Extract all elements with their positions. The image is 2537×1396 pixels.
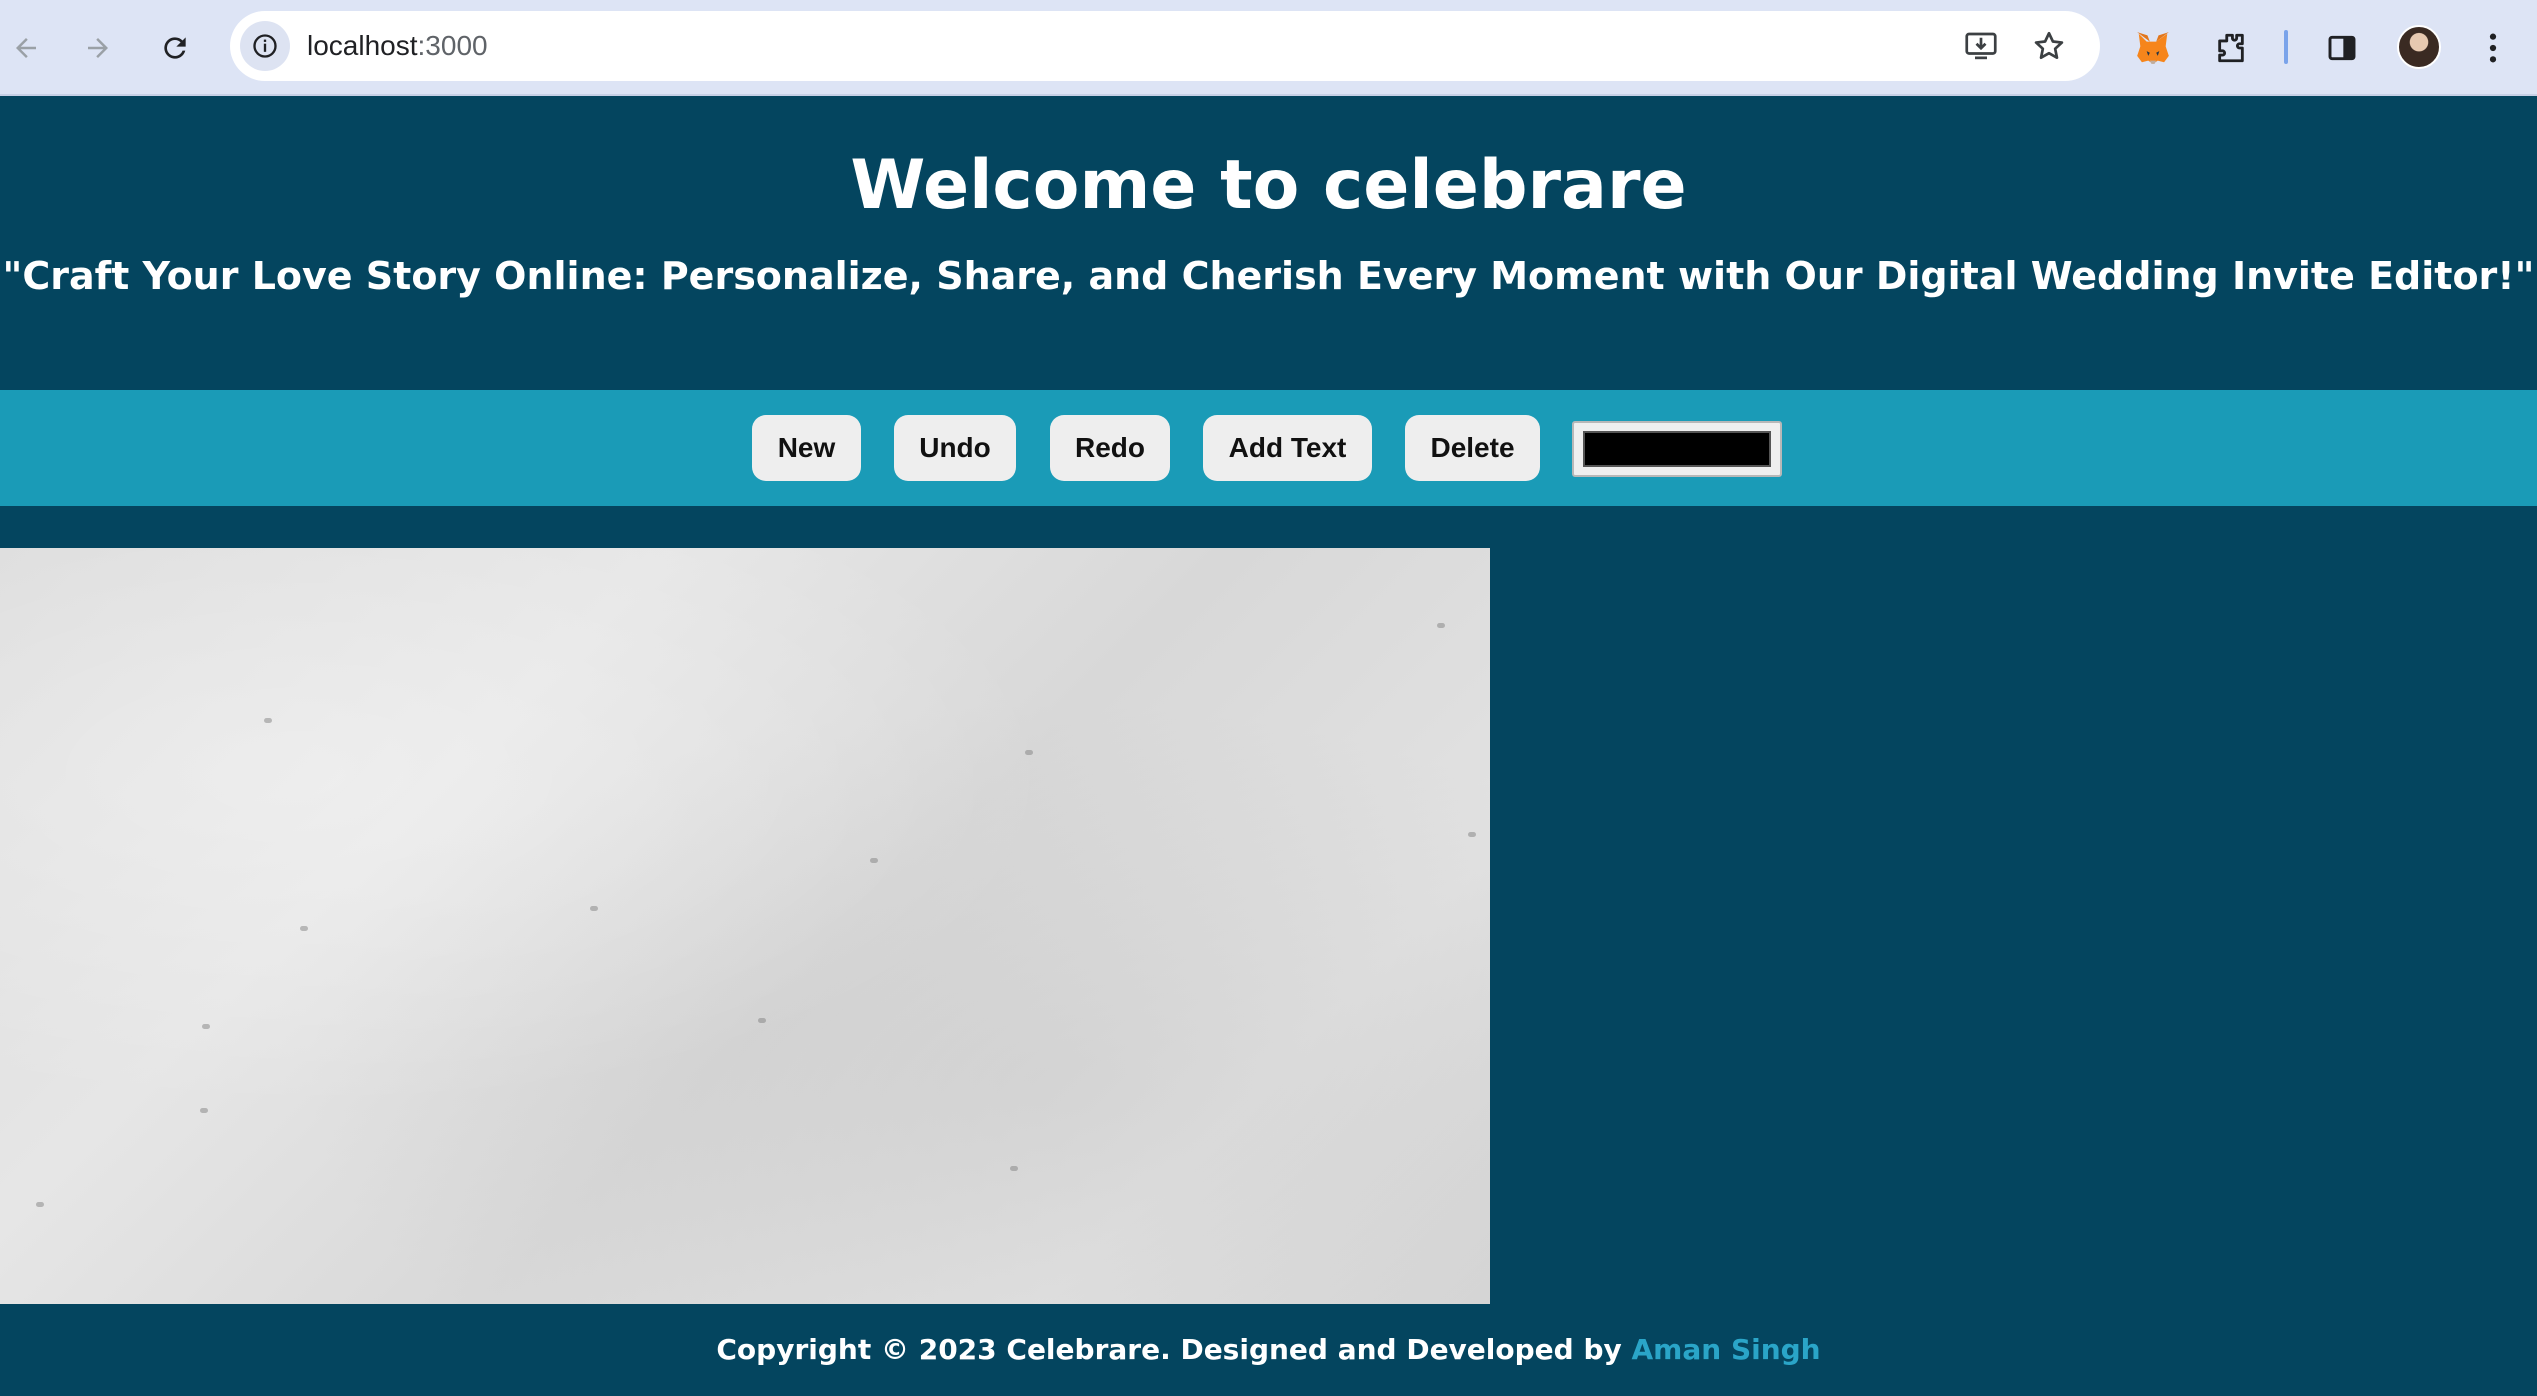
paper-texture-speck: [758, 1018, 766, 1023]
invite-canvas[interactable]: [0, 548, 1490, 1304]
page-subtitle: "Craft Your Love Story Online: Personali…: [2, 254, 2535, 298]
install-app-icon[interactable]: [1958, 23, 2004, 69]
page-footer: Copyright © 2023 Celebrare. Designed and…: [0, 1304, 2537, 1387]
kebab-menu-icon[interactable]: [2467, 22, 2519, 74]
url-host: localhost: [307, 30, 418, 61]
url-text[interactable]: localhost:3000: [307, 11, 488, 81]
new-button[interactable]: New: [752, 415, 861, 481]
paper-texture-speck: [36, 1202, 44, 1207]
star-bookmark-icon[interactable]: [2026, 23, 2072, 69]
profile-avatar[interactable]: [2397, 25, 2441, 69]
paper-texture-speck: [264, 718, 272, 723]
undo-button[interactable]: Undo: [894, 415, 1016, 481]
paper-texture-speck: [1010, 1166, 1018, 1171]
browser-toolbar: localhost:3000: [0, 0, 2537, 96]
extensions-puzzle-icon[interactable]: [2205, 22, 2257, 74]
paper-texture-speck: [1025, 750, 1033, 755]
paper-texture-speck: [870, 858, 878, 863]
toolbar-divider: [2284, 30, 2288, 64]
editor-toolbar: New Undo Redo Add Text Delete: [0, 390, 2537, 506]
author-link[interactable]: Aman Singh: [1632, 1333, 1821, 1366]
copyright-text: Copyright © 2023 Celebrare. Designed and…: [716, 1333, 1632, 1366]
delete-button[interactable]: Delete: [1405, 415, 1540, 481]
address-bar[interactable]: localhost:3000: [230, 11, 2100, 81]
page-title: Welcome to celebrare: [850, 146, 1687, 225]
paper-texture-speck: [200, 1108, 208, 1113]
paper-texture-speck: [1468, 832, 1476, 837]
paper-texture-speck: [590, 906, 598, 911]
url-port: :3000: [417, 30, 488, 61]
reload-icon[interactable]: [149, 22, 201, 74]
metamask-fox-icon[interactable]: [2127, 22, 2179, 74]
paper-texture-speck: [300, 926, 308, 931]
page-header: Welcome to celebrare "Craft Your Love St…: [0, 96, 2537, 390]
color-swatch: [1583, 431, 1771, 467]
paper-texture-speck: [1437, 623, 1445, 628]
paper-texture-speck: [202, 1024, 210, 1029]
color-picker-input[interactable]: [1572, 421, 1782, 477]
redo-button[interactable]: Redo: [1050, 415, 1170, 481]
add-text-button[interactable]: Add Text: [1203, 415, 1372, 481]
forward-arrow-icon[interactable]: [72, 22, 124, 74]
info-icon[interactable]: [240, 21, 290, 71]
side-panel-icon[interactable]: [2316, 22, 2368, 74]
back-arrow-icon[interactable]: [0, 22, 52, 74]
